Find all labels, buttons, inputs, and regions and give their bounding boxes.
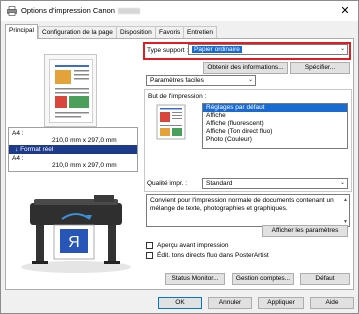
help-button[interactable]: Aide <box>310 297 354 309</box>
purpose-preview-icon <box>156 104 186 140</box>
list-item[interactable]: Réglages par défaut <box>203 104 347 112</box>
preview-checkbox[interactable] <box>146 242 153 249</box>
tab-page-setup[interactable]: Configuration de la page <box>38 26 117 38</box>
quality-select[interactable]: Standard ⌄ <box>202 178 348 189</box>
close-button[interactable]: ✕ <box>332 1 358 21</box>
description-box: Convient pour l'impression normale de do… <box>146 194 350 227</box>
print-options-dialog: Options d'impression Canon ✕ Principal C… <box>0 0 359 314</box>
description-text: Convient pour l'impression normale de do… <box>150 197 334 212</box>
chevron-down-icon: ⌄ <box>339 180 345 186</box>
window-title: Options d'impression Canon <box>21 6 140 15</box>
tab-favorites[interactable]: Favoris <box>155 26 185 38</box>
quality-label: Qualité impr. : <box>147 180 188 187</box>
ok-button[interactable]: OK <box>158 297 202 309</box>
tab-layout[interactable]: Disposition <box>116 26 156 38</box>
cancel-button[interactable]: Annuler <box>208 297 252 309</box>
purpose-label: But de l'impression : <box>148 93 207 100</box>
list-item[interactable]: Affiche (Ton direct fluo) <box>203 128 347 136</box>
output-size-label: A4 : <box>12 155 24 162</box>
posterartist-checkbox-label: Édit. tons directs fluo dans PosterArtis… <box>157 252 269 259</box>
svg-text:R: R <box>68 234 80 251</box>
default-button[interactable]: Défaut <box>300 273 350 285</box>
status-monitor-button[interactable]: Status Monitor... <box>165 273 225 285</box>
media-type-label: Type support : <box>147 47 189 54</box>
list-item[interactable]: Affiche (fluorescent) <box>203 120 347 128</box>
real-format-label: Format réel <box>20 146 54 153</box>
close-icon: ✕ <box>340 5 350 17</box>
apply-button[interactable]: Appliquer <box>258 297 304 309</box>
purpose-listbox[interactable]: Réglages par défaut Affiche Affiche (flu… <box>202 103 348 149</box>
main-panel: A4 : 210,0 mm x 297,0 mm ↓ Format réel A… <box>5 38 354 290</box>
tab-maintenance[interactable]: Entretien <box>183 26 218 38</box>
output-size-value: 210,0 mm x 297,0 mm <box>52 162 117 169</box>
settings-mode-select[interactable]: Paramètres faciles ⌄ <box>146 75 256 86</box>
document-thumbnail-icon <box>55 65 89 118</box>
specify-button[interactable]: Spécifier... <box>290 62 350 74</box>
paper-size-info: A4 : 210,0 mm x 297,0 mm ↓ Format réel A… <box>8 127 138 172</box>
chevron-down-icon: ⌄ <box>247 77 253 83</box>
tab-principal[interactable]: Principal <box>5 24 38 39</box>
paper-size-value: 210,0 mm x 297,0 mm <box>52 137 117 144</box>
get-info-button[interactable]: Obtenir des informations... <box>203 62 288 74</box>
title-bar: Options d'impression Canon ✕ <box>1 1 358 21</box>
list-item[interactable]: Photo (Couleur) <box>203 136 347 144</box>
arrow-down-icon: ↓ <box>15 146 19 153</box>
posterartist-checkbox[interactable] <box>146 252 153 259</box>
paper-size-label: A4 : <box>12 130 24 137</box>
account-management-button[interactable]: Gestion comptes... <box>232 273 294 285</box>
large-format-printer-icon: R <box>21 195 131 273</box>
printer-icon <box>7 6 17 16</box>
scroll-down-icon[interactable]: ▼ <box>342 218 349 225</box>
media-type-select[interactable]: Papier ordinaire ⌄ <box>188 44 348 55</box>
document-preview <box>44 54 97 127</box>
scroll-up-icon[interactable]: ▲ <box>342 196 349 203</box>
list-item[interactable]: Affiche <box>203 112 347 120</box>
chevron-down-icon: ⌄ <box>339 46 345 52</box>
real-format-bar: ↓ Format réel <box>9 145 137 154</box>
preview-area: A4 : 210,0 mm x 297,0 mm ↓ Format réel A… <box>8 43 138 287</box>
show-settings-button[interactable]: Afficher les paramètres <box>262 225 348 237</box>
preview-checkbox-label: Aperçu avant impression <box>157 242 229 249</box>
